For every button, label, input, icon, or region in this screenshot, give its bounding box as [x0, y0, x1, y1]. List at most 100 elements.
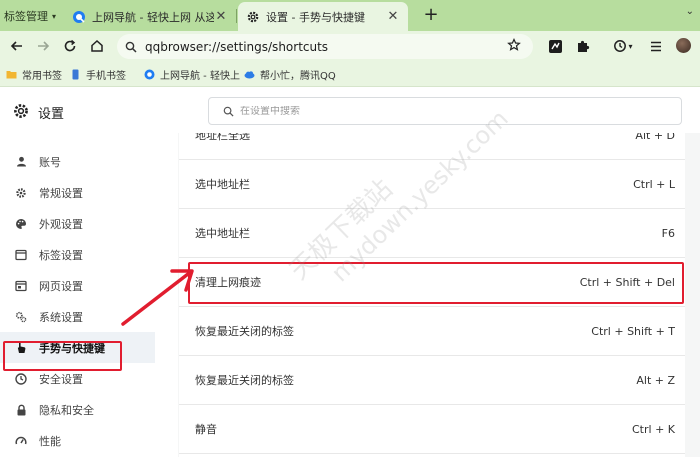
bookmark-item[interactable]: 手机书签	[70, 67, 126, 82]
settings-header: 设置	[0, 88, 700, 133]
close-tab-icon[interactable]: ✕	[386, 9, 400, 24]
search-icon	[125, 41, 137, 53]
puzzle-icon	[577, 40, 589, 52]
sidebar-item-label: 标签设置	[39, 248, 83, 262]
forward-button[interactable]	[32, 35, 54, 57]
shortcut-action: 恢复最近关闭的标签	[195, 325, 294, 338]
tab-icon	[15, 249, 27, 261]
gear-icon	[15, 187, 27, 199]
shortcut-row[interactable]: 恢复最近关闭的标签 Ctrl + Shift + T	[179, 307, 685, 356]
shortcut-row[interactable]: 静音 Ctrl + K	[179, 405, 685, 454]
gear-icon	[14, 104, 28, 118]
person-icon	[15, 156, 27, 168]
shortcut-key: Alt + D	[635, 133, 675, 142]
menu-icon	[651, 41, 661, 51]
tab-navigation[interactable]: 上网导航 - 轻快上网 从这里开始 ✕	[64, 2, 236, 31]
back-button[interactable]	[6, 35, 28, 57]
reload-icon	[64, 39, 76, 52]
annotation-highlight-sidebar	[3, 341, 122, 371]
sidebar-item-label: 网页设置	[39, 279, 83, 293]
shield-icon	[15, 372, 27, 385]
shortcut-row[interactable]: 地址栏全选 Alt + D	[179, 133, 685, 160]
sidebar-item-general[interactable]: 常规设置	[0, 177, 155, 208]
shortcut-key: Alt + Z	[636, 373, 675, 387]
shortcut-key: Ctrl + K	[632, 422, 675, 436]
sidebar-item-label: 账号	[39, 155, 61, 169]
sidebar-item-label: 安全设置	[39, 372, 83, 386]
chevron-down-icon: ▾	[628, 41, 633, 51]
chevron-down-icon[interactable]: ⌄	[686, 6, 694, 17]
puzzle-button[interactable]	[573, 35, 593, 57]
qq-browser-icon	[144, 69, 155, 80]
close-tab-icon[interactable]: ✕	[214, 9, 228, 24]
sidebar-item-performance[interactable]: 性能	[0, 425, 155, 456]
extension-button[interactable]	[545, 35, 565, 57]
extension-icon	[548, 39, 562, 53]
system-gears-icon	[15, 311, 27, 323]
reload-button[interactable]	[59, 35, 81, 57]
tab-settings[interactable]: 设置 - 手势与快捷键 ✕	[238, 2, 408, 31]
bookmark-item[interactable]: 帮小忙，腾讯QQ	[244, 67, 336, 82]
bookmark-label: 上网导航 - 轻快上	[160, 71, 240, 82]
chevron-down-icon: ▾	[52, 11, 57, 21]
shortcut-row[interactable]: 选中地址栏 F6	[179, 209, 685, 258]
shortcut-action: 地址栏全选	[195, 133, 250, 142]
phone-bookmark-icon	[72, 69, 79, 80]
address-bar[interactable]: qqbrowser://settings/shortcuts	[117, 34, 533, 59]
home-button[interactable]	[86, 35, 108, 57]
history-button[interactable]: ▾	[610, 35, 636, 57]
arrow-left-icon	[10, 41, 22, 51]
sidebar-item-account[interactable]: 账号	[0, 146, 155, 177]
search-icon	[223, 106, 234, 117]
shortcut-key: F6	[661, 226, 675, 240]
sidebar-item-label: 系统设置	[39, 310, 83, 324]
shortcut-key: Ctrl + L	[633, 177, 675, 191]
tab-manager-button[interactable]: 标签管理 ▾	[4, 5, 56, 27]
url-text: qqbrowser://settings/shortcuts	[145, 39, 329, 54]
new-tab-button[interactable]: +	[420, 4, 442, 26]
tab-strip: 标签管理 ▾ 上网导航 - 轻快上网 从这里开始 ✕ 设置 - 手势与快捷键 ✕…	[0, 0, 700, 31]
tab-divider	[236, 9, 237, 23]
menu-button[interactable]	[647, 35, 665, 57]
qq-browser-icon	[73, 10, 85, 23]
page-title: 设置	[38, 107, 65, 122]
shortcut-row[interactable]: 选中地址栏 Ctrl + L	[179, 160, 685, 209]
bookmark-label: 常用书签	[22, 71, 62, 82]
shortcut-action: 恢复最近关闭的标签	[195, 374, 294, 387]
bookmarks-bar: 常用书签 手机书签 上网导航 - 轻快上 帮小忙，腾讯QQ	[0, 61, 700, 87]
home-icon	[91, 39, 103, 52]
toolbar: qqbrowser://settings/shortcuts ▾	[0, 31, 700, 61]
tab-title: 上网导航 - 轻快上网 从这里开始	[92, 10, 214, 24]
shortcut-action: 选中地址栏	[195, 178, 250, 191]
palette-icon	[15, 218, 27, 230]
folder-icon	[6, 71, 17, 79]
bookmark-item[interactable]: 常用书签	[6, 67, 62, 82]
search-input[interactable]	[240, 105, 660, 117]
annotation-highlight-row	[188, 262, 684, 304]
sidebar-item-privacy[interactable]: 隐私和安全	[0, 394, 155, 425]
webpage-icon	[15, 280, 27, 292]
settings-search[interactable]	[208, 97, 682, 125]
avatar[interactable]	[676, 38, 691, 53]
shortcut-row[interactable]: 恢复最近关闭的标签 Alt + Z	[179, 356, 685, 405]
sidebar-item-label: 隐私和安全	[39, 403, 94, 417]
shortcut-key: Ctrl + Shift + T	[591, 324, 675, 338]
bookmark-item[interactable]: 上网导航 - 轻快上	[144, 67, 240, 82]
gear-icon	[247, 11, 259, 22]
arrow-right-icon	[38, 41, 50, 51]
annotation-arrow-icon	[121, 269, 194, 326]
bookmark-label: 手机书签	[86, 71, 126, 82]
tab-manager-label: 标签管理	[4, 10, 48, 23]
bookmark-label: 帮小忙，腾讯QQ	[260, 71, 336, 82]
history-icon	[614, 40, 627, 52]
shortcut-action: 选中地址栏	[195, 227, 250, 240]
lock-icon	[15, 404, 27, 416]
sidebar-item-label: 常规设置	[39, 186, 83, 200]
sidebar-item-label: 外观设置	[39, 217, 83, 231]
cloud-icon	[244, 71, 255, 79]
tab-title: 设置 - 手势与快捷键	[266, 10, 365, 24]
sidebar-item-appearance[interactable]: 外观设置	[0, 208, 155, 239]
bookmark-star-icon[interactable]	[507, 38, 521, 52]
sidebar-item-label: 性能	[39, 434, 61, 448]
performance-icon	[15, 435, 27, 447]
